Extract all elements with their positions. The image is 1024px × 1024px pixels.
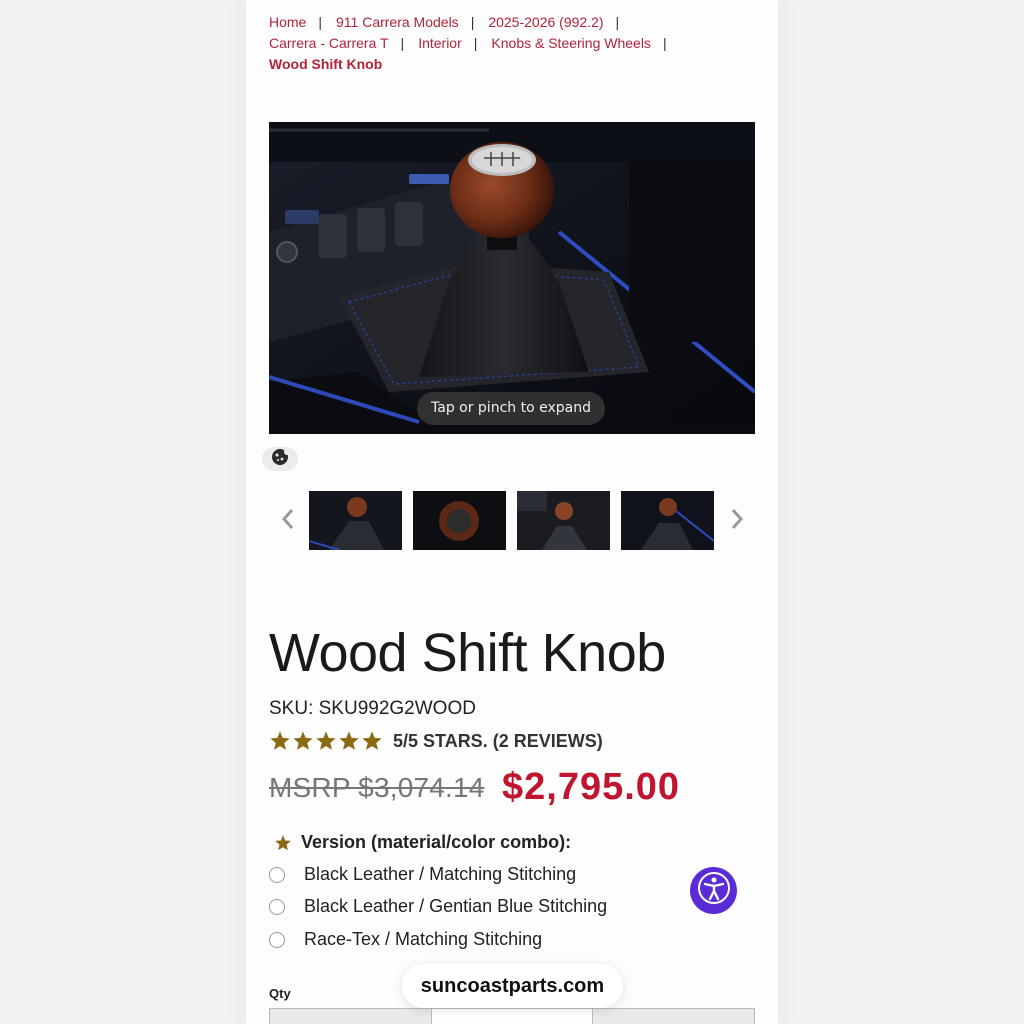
breadcrumb-interior[interactable]: Interior [418,35,462,51]
accessibility-button[interactable] [690,867,737,914]
sale-price: $2,795.00 [502,766,681,808]
chevron-right-icon [730,508,744,535]
breadcrumb-911-carrera-models[interactable]: 911 Carrera Models [336,14,459,30]
accessibility-icon [697,871,731,910]
option-label: Black Leather / Gentian Blue Stitching [304,896,608,916]
cookie-settings-button[interactable] [262,447,298,471]
option-black-leather-matching[interactable]: Black Leather / Matching Stitching [269,864,576,885]
star-icon [274,834,292,852]
breadcrumb: Home | 911 Carrera Models | 2025-2026 (992.2… [269,12,759,75]
thumbnail-1[interactable] [309,491,402,550]
radio-button[interactable] [269,898,285,915]
gallery-prev-button[interactable] [275,505,301,537]
product-rating[interactable]: 5/5 STARS. (2 REVIEWS) [269,728,603,754]
quantity-decrease-button[interactable] [270,1009,432,1024]
option-black-leather-gentian-blue[interactable]: Black Leather / Gentian Blue Stitching [269,896,607,917]
breadcrumb-separator: | [662,35,667,51]
quantity-label: Qty [269,986,291,1001]
option-label: Black Leather / Matching Stitching [304,864,577,884]
breadcrumb-current: Wood Shift Knob [269,56,383,72]
quantity-stepper[interactable] [269,1008,755,1024]
breadcrumb-carrera[interactable]: Carrera - Carrera T [269,35,389,51]
chevron-left-icon [281,508,295,535]
star-icon [293,731,313,750]
breadcrumb-separator: | [470,14,475,30]
breadcrumb-separator: | [400,35,405,51]
quantity-increase-button[interactable] [593,1009,754,1024]
radio-button[interactable] [269,866,285,883]
star-icon [339,731,359,750]
product-sku: SKU: SKU992G2WOOD [269,698,476,719]
rating-summary: 5/5 STARS. (2 REVIEWS) [393,730,603,751]
breadcrumb-home[interactable]: Home [269,14,306,30]
version-options-label: Version (material/color combo): [274,832,571,853]
product-title: Wood Shift Knob [269,623,666,683]
breadcrumb-separator: | [615,14,620,30]
rating-stars [269,730,383,752]
gallery-next-button[interactable] [724,505,750,537]
breadcrumb-separator: | [473,35,478,51]
shift-knob-photo [269,122,755,434]
option-label: Race-Tex / Matching Stitching [304,929,543,949]
quantity-input[interactable] [431,1009,594,1024]
radio-button[interactable] [269,931,285,948]
thumbnail-4[interactable] [621,491,714,550]
expand-hint: Tap or pinch to expand [417,392,605,425]
star-icon [362,731,382,750]
thumbnail-3[interactable] [517,491,610,550]
breadcrumb-knobs-steering-wheels[interactable]: Knobs & Steering Wheels [491,35,651,51]
star-icon [316,731,336,750]
option-race-tex-matching[interactable]: Race-Tex / Matching Stitching [269,929,542,950]
product-main-image[interactable]: Tap or pinch to expand [269,122,755,434]
cookie-icon [271,448,290,471]
thumbnail-carousel [269,491,755,551]
breadcrumb-2025-2026[interactable]: 2025-2026 (992.2) [488,14,603,30]
browser-url-bar[interactable]: suncoastparts.com [402,964,623,1008]
version-label-text: Version (material/color combo): [301,832,572,852]
msrp-price: MSRP $3,074.14 [269,772,485,803]
breadcrumb-separator: | [318,14,322,30]
star-icon [270,731,290,750]
thumbnail-2[interactable] [413,491,506,550]
